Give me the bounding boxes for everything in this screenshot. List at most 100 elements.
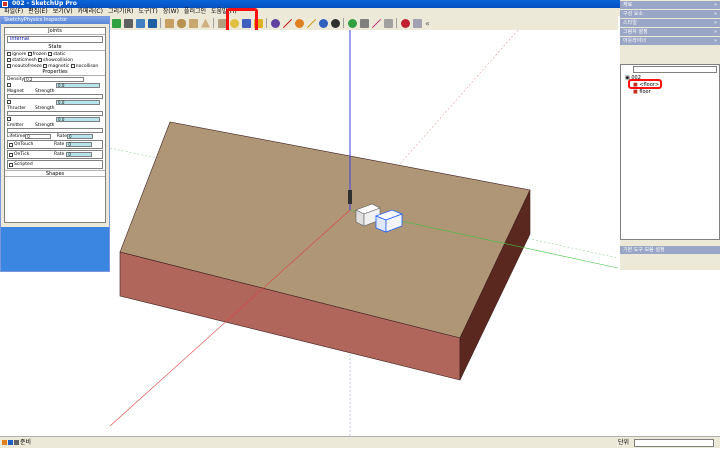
joints-header: Joints <box>5 28 105 35</box>
thruster-icon[interactable] <box>372 18 381 28</box>
outliner-item-floor[interactable]: ■ floor <box>621 89 719 96</box>
scripted-label: Scripted <box>14 162 33 167</box>
toolbar-separator <box>343 18 344 28</box>
collapse-icon[interactable]: « <box>425 19 434 28</box>
ontick-group: OnTick Rate 0 <box>7 150 103 159</box>
noautofreeze-checkbox[interactable] <box>7 64 11 68</box>
ignore-checkbox[interactable] <box>7 52 11 56</box>
ontick-checkbox[interactable] <box>9 152 13 157</box>
state-header: State <box>5 44 105 51</box>
ui-icon[interactable] <box>148 18 157 28</box>
showcollision-label: showcollision <box>43 57 73 63</box>
ontouch-checkbox[interactable] <box>9 142 13 147</box>
tray-shadows[interactable]: 그림자 설정 <box>620 28 720 36</box>
tray-materials[interactable]: 재료 <box>620 1 720 9</box>
menu-file[interactable]: 파일(F) <box>4 8 23 16</box>
menu-edit[interactable]: 편집(E) <box>28 8 48 16</box>
scripted-checkbox[interactable] <box>9 162 13 167</box>
showcollision-checkbox[interactable] <box>38 58 43 62</box>
tray-styles[interactable]: 스타일 <box>620 19 720 27</box>
emitter-icon[interactable] <box>384 18 393 28</box>
window-title: 002 - SketchUp Pro <box>12 0 77 7</box>
sketchup-app-icon[interactable] <box>2 1 8 7</box>
slider-icon[interactable] <box>283 18 292 28</box>
toolbar-separator <box>266 18 267 28</box>
scene-canvas[interactable] <box>110 30 618 436</box>
staticmesh-label: staticmesh <box>12 57 37 63</box>
menu-tools[interactable]: 도구(T) <box>138 8 157 16</box>
frozen-label: frozen <box>32 51 47 57</box>
thruster-strength-field[interactable]: 0.0 <box>56 99 100 105</box>
density-field[interactable]: 0.2 <box>24 76 85 82</box>
nocollison-label: nocollison <box>75 63 99 69</box>
staticmesh-checkbox[interactable] <box>7 58 11 62</box>
toolbar-separator <box>213 18 214 28</box>
cone-icon[interactable] <box>201 18 210 28</box>
ball-joint-icon[interactable] <box>331 18 340 28</box>
menu-camera[interactable]: 카메라(C) <box>78 8 103 16</box>
lifetime-field[interactable]: 0 <box>25 133 52 139</box>
right-tray-panel: 재료 구성 요소 스타일 그림자 설정 아웃라이너 ▣ 002 ■ <floor… <box>620 0 720 270</box>
density-label: Density <box>7 76 25 82</box>
ontick-label: OnTick <box>14 152 30 157</box>
ontick-rate-field[interactable]: 0 <box>66 152 93 157</box>
geo-location-icon[interactable] <box>2 440 7 445</box>
toolbar-separator <box>396 18 397 28</box>
ontouch-group: OnTouch Rate 0 <box>7 140 103 149</box>
menu-bar: 파일(F) 편집(E) 보기(V) 카메라(C) 그리기(R) 도구(T) 창(… <box>0 8 720 16</box>
tray-outliner[interactable]: 아웃라이너 <box>620 37 720 45</box>
pause-icon[interactable] <box>124 18 133 28</box>
play-icon[interactable] <box>112 18 121 28</box>
menu-draw[interactable]: 그리기(R) <box>108 8 133 16</box>
magnet-icon[interactable] <box>360 18 369 28</box>
inspector-content: Joints internal State ignore frozen stat… <box>4 27 106 223</box>
joints-field[interactable]: internal <box>7 36 103 43</box>
emitter-checkbox[interactable] <box>7 117 11 121</box>
drawing-viewport[interactable] <box>110 30 618 436</box>
lifetime-label: Lifetime <box>7 133 26 139</box>
gear-icon[interactable] <box>348 18 357 28</box>
sketchyphysics-toolbar: « <box>110 16 618 30</box>
sketchyphysics-icon[interactable] <box>136 18 145 28</box>
menu-window[interactable]: 창(W) <box>163 8 179 16</box>
servo-icon[interactable] <box>319 18 328 28</box>
sketchyphysics-inspector-dialog: SketchyPhysics Inspector Joints internal… <box>0 16 110 272</box>
hinge-icon[interactable] <box>271 18 280 28</box>
measurements-label: 단위 <box>618 439 630 446</box>
magnetic-checkbox[interactable] <box>43 64 48 68</box>
magnet-strength-field[interactable]: 0.0 <box>56 82 100 88</box>
record-icon[interactable] <box>401 18 410 28</box>
emitter-strength-field[interactable]: 0.0 <box>56 116 100 122</box>
rate-label: Rate <box>56 133 68 139</box>
rate-field[interactable]: 0 <box>67 133 94 139</box>
frozen-checkbox[interactable] <box>27 52 32 56</box>
thruster-checkbox[interactable] <box>7 100 11 104</box>
ontouch-rate-field[interactable]: 0 <box>66 142 93 147</box>
cylinder-icon[interactable] <box>177 18 186 28</box>
nocollison-checkbox[interactable] <box>70 64 75 68</box>
dialog-title[interactable]: SketchyPhysics Inspector <box>1 17 109 24</box>
menu-plugins[interactable]: 플러그인 <box>184 8 206 16</box>
menu-view[interactable]: 보기(V) <box>53 8 73 16</box>
outliner-filter-input[interactable] <box>633 66 717 73</box>
ruler-icon[interactable] <box>413 18 422 28</box>
help-icon[interactable] <box>14 440 19 445</box>
box-icon[interactable] <box>165 18 174 28</box>
static-checkbox[interactable] <box>48 52 53 56</box>
credit-icon[interactable] <box>8 440 13 445</box>
magnet-strength-label: Strength <box>35 88 55 94</box>
shapes-header[interactable]: Shapes <box>5 170 105 177</box>
properties-header: Properties <box>5 69 105 76</box>
tray-components[interactable]: 구성 요소 <box>620 10 720 18</box>
magnet-checkbox[interactable] <box>7 83 11 87</box>
outliner-highlight-annotation <box>628 79 662 89</box>
lifetime-row: Lifetime 0 Rate 0 <box>5 133 105 139</box>
scale-figure[interactable] <box>348 190 352 204</box>
thruster-strength-label: Strength <box>35 105 55 111</box>
title-bar: 002 - SketchUp Pro <box>0 0 720 8</box>
spring-icon[interactable] <box>295 18 304 28</box>
measurements-input[interactable] <box>634 439 714 447</box>
cylinder-alt-icon[interactable] <box>189 18 198 28</box>
tray-default-tools[interactable]: 기본 도구 모음 설정 <box>620 246 720 254</box>
piston-icon[interactable] <box>307 18 316 28</box>
